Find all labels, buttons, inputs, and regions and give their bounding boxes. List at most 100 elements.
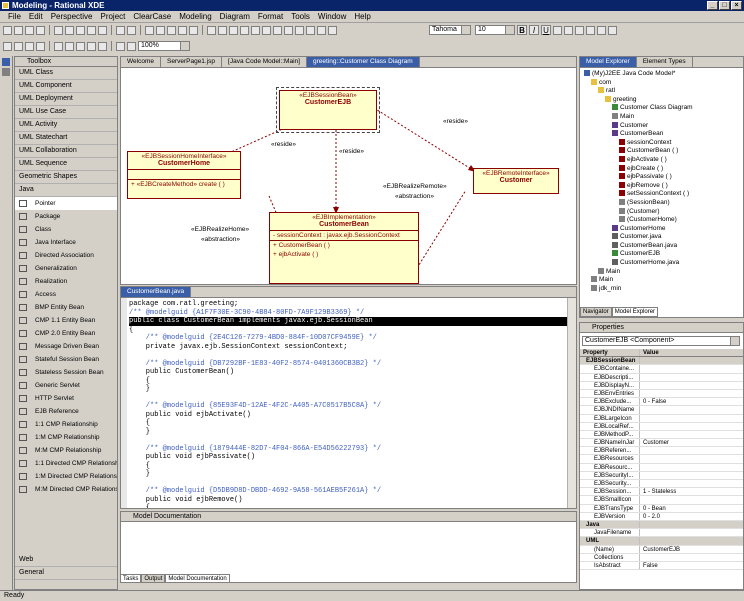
grid-icon[interactable] <box>127 41 136 51</box>
open-icon[interactable] <box>14 25 23 35</box>
tree-item[interactable]: Main <box>584 112 743 122</box>
move-back-icon[interactable] <box>65 41 74 51</box>
tab-tasks[interactable]: Tasks <box>120 574 142 583</box>
menu-clearcase[interactable]: ClearCase <box>129 12 175 21</box>
property-row[interactable]: EJBResourc... <box>580 463 743 472</box>
zoom-select[interactable]: 100% <box>138 41 190 51</box>
run-icon[interactable] <box>145 25 154 35</box>
toolbox-category[interactable]: Geometric Shapes <box>15 171 117 184</box>
distribute-icon[interactable] <box>87 41 96 51</box>
java-perspective-icon[interactable] <box>2 68 10 76</box>
toolbox-category[interactable]: Java <box>15 184 117 197</box>
align-icon[interactable] <box>76 41 85 51</box>
toolbox-category[interactable]: UML Sequence <box>15 158 117 171</box>
toolbox-tool[interactable]: 1:1 Directed CMP Relationship <box>15 457 117 470</box>
tab-class-diagram[interactable]: greeting::Customer Class Diagram <box>306 57 420 67</box>
toolbox-tool[interactable]: Directed Association <box>15 249 117 262</box>
menu-help[interactable]: Help <box>350 12 374 21</box>
tree-item[interactable]: Customer <box>584 121 743 131</box>
undo-icon[interactable] <box>116 25 125 35</box>
pointer-icon[interactable] <box>3 41 12 51</box>
sync-icon[interactable] <box>273 25 282 35</box>
toolbox-category[interactable]: UML Component <box>15 80 117 93</box>
close-button[interactable]: × <box>731 1 742 10</box>
property-value[interactable] <box>640 423 643 430</box>
toolbox-tool[interactable]: Realization <box>15 275 117 288</box>
property-row[interactable]: EJBEnvEntries <box>580 389 743 399</box>
font-color-icon[interactable] <box>553 25 562 35</box>
toolbox-tool[interactable]: EJB Reference <box>15 405 117 418</box>
italic-button[interactable]: I <box>529 25 539 35</box>
align-left-icon[interactable] <box>586 25 595 35</box>
property-value[interactable] <box>640 455 643 462</box>
property-row[interactable]: EJBLocalRef... <box>580 422 743 431</box>
toolbox-tool[interactable]: Generic Servlet <box>15 379 117 392</box>
tree-item[interactable]: (My)J2EE Java Code Model* <box>584 70 743 79</box>
property-row[interactable]: EJBSmallIcon <box>580 496 743 505</box>
uml-home-interface[interactable]: «EJBSessionHomeInterface» CustomerHome +… <box>127 151 241 199</box>
uml-implementation[interactable]: «EJBImplementation» CustomerBean - sessi… <box>269 212 419 284</box>
print-icon[interactable] <box>54 25 63 35</box>
properties-icon[interactable] <box>317 25 326 35</box>
line-color-icon[interactable] <box>575 25 584 35</box>
tree-item[interactable]: CustomerEJB <box>584 250 743 259</box>
property-row[interactable]: EJBMethodP... <box>580 430 743 440</box>
tab-model-explorer-bottom[interactable]: Model Explorer <box>611 307 659 317</box>
group-icon[interactable] <box>36 41 45 51</box>
menu-modeling[interactable]: Modeling <box>175 12 215 21</box>
property-value[interactable] <box>640 537 643 544</box>
tab-model-explorer[interactable]: Model Explorer <box>580 57 637 67</box>
tree-item[interactable]: sessionContext <box>584 138 743 148</box>
move-front-icon[interactable] <box>54 41 63 51</box>
toolbox-category[interactable]: UML Class <box>15 67 117 80</box>
menu-tools[interactable]: Tools <box>287 12 314 21</box>
uml-remote-interface[interactable]: «EJBRemoteInterface» Customer <box>473 168 559 194</box>
toolbox-category-web[interactable]: Web <box>15 554 117 567</box>
property-value[interactable]: Customer <box>640 439 669 446</box>
diagram-icon[interactable] <box>251 25 260 35</box>
property-value[interactable]: 0 - Bean <box>640 505 666 512</box>
property-value[interactable]: 1 - Stateless <box>640 488 676 495</box>
tree-item[interactable]: Customer Class Diagram <box>584 104 743 113</box>
documentation-text-area[interactable] <box>121 522 576 572</box>
toolbox-tool[interactable]: Pointer <box>15 197 117 210</box>
delete-icon[interactable] <box>98 25 107 35</box>
tree-item[interactable]: greeting <box>584 95 743 105</box>
fill-color-icon[interactable] <box>564 25 573 35</box>
property-value[interactable] <box>640 464 643 471</box>
toolbox-tool[interactable]: Access <box>15 288 117 301</box>
minimize-button[interactable]: _ <box>707 1 718 10</box>
tree-item[interactable]: CustomerHome.java <box>584 259 743 268</box>
tree-item[interactable]: setSessionContext ( ) <box>584 190 743 199</box>
uml-session-bean[interactable]: «EJBSessionBean» CustomerEJB <box>276 87 380 133</box>
tab-model-documentation[interactable]: Model Documentation <box>165 574 230 583</box>
tree-item[interactable]: ejbCreate ( ) <box>584 164 743 174</box>
new-icon[interactable] <box>3 25 12 35</box>
model-icon[interactable] <box>262 25 271 35</box>
toolbox-category-general[interactable]: General <box>15 567 117 580</box>
tree-item[interactable]: (CustomerHome) <box>584 216 743 225</box>
browse-icon[interactable] <box>189 25 198 35</box>
toolbox-tool[interactable]: BMP Entity Bean <box>15 301 117 314</box>
toolbox-tool[interactable]: M:M CMP Relationship <box>15 444 117 457</box>
align-right-icon[interactable] <box>608 25 617 35</box>
debug-icon[interactable] <box>156 25 165 35</box>
filter-icon[interactable] <box>116 41 125 51</box>
zoom-in-icon[interactable] <box>207 25 216 35</box>
fit-icon[interactable] <box>229 25 238 35</box>
menu-diagram[interactable]: Diagram <box>216 12 254 21</box>
property-row[interactable]: Java <box>580 520 743 530</box>
tree-item[interactable]: ejbRemove ( ) <box>584 181 743 191</box>
property-value[interactable] <box>640 521 643 528</box>
property-row[interactable]: EJBExclude... 0 - False <box>580 398 743 407</box>
tree-item[interactable]: CustomerBean <box>584 130 743 139</box>
toolbox-tool[interactable]: 1:1 CMP Relationship <box>15 418 117 431</box>
tree-item[interactable]: CustomerBean.java <box>584 241 743 251</box>
font-family-select[interactable]: Tahoma <box>429 25 471 35</box>
property-value[interactable]: 0 - 2.0 <box>640 513 660 520</box>
property-value[interactable] <box>640 415 643 422</box>
connect-icon[interactable] <box>25 41 34 51</box>
tree-item[interactable]: ratl <box>584 87 743 96</box>
toolbox-tool[interactable]: 1:M Directed CMP Relationship <box>15 470 117 483</box>
property-row[interactable]: EJBResources <box>580 455 743 464</box>
